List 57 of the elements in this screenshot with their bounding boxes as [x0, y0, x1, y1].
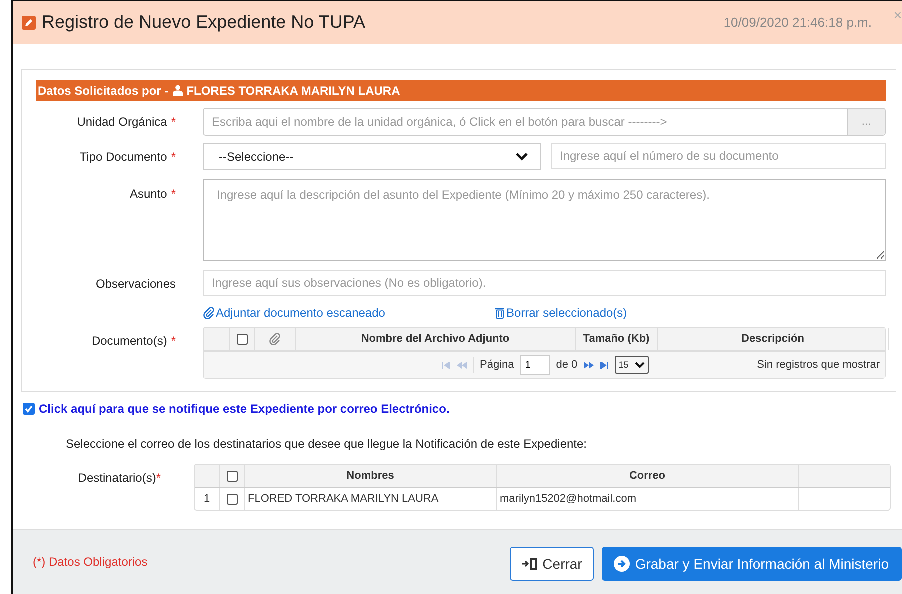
last-page-icon [600, 362, 609, 368]
required-mark: * [171, 334, 176, 350]
next-page-icon [584, 362, 594, 368]
person-name: FLORES TORRAKA MARILYN LAURA [186, 84, 400, 98]
paperclip-icon [269, 333, 281, 345]
section-title: Datos Solicitados por - [38, 84, 169, 98]
page-input[interactable]: 1 [520, 355, 550, 375]
page-label: Página [480, 359, 514, 371]
field-label: Destinatario(s) [78, 471, 156, 487]
checkbox[interactable] [226, 494, 238, 504]
column-header: Tamaño (Kb) [583, 333, 650, 345]
person-icon [172, 85, 183, 96]
column-header: Descripción [742, 333, 804, 345]
field-label: Observaciones [96, 277, 176, 293]
field-label: Documento(s) [92, 334, 168, 350]
page-count: de 0 [556, 359, 578, 371]
notify-label: Click aquí para que se notifique este Expediente por correo Electrónico. [39, 402, 450, 416]
select-field[interactable]: --Seleccione-- [203, 143, 541, 170]
required-mark: * [171, 115, 176, 131]
first-page-icon [442, 362, 451, 368]
trash-icon [495, 307, 506, 319]
text-area[interactable]: Ingrese aquí la descripción del asunto del Expediente (Mínimo 20 y máximo 250 caracteres). [203, 179, 886, 261]
instruction-text: Seleccione el correo de los destinatarios que desee que llegue la Notificación de este Expediente: [66, 437, 588, 451]
exit-icon [522, 557, 538, 571]
date-time: 10/09/2020 21:46:18 p.m. [724, 15, 872, 30]
required-mark: * [156, 471, 161, 487]
chevron-down-icon [634, 362, 645, 368]
table-cell: FLORED TORRAKA MARILYN LAURA [248, 493, 439, 505]
check-icon [24, 404, 34, 414]
column-header: Nombre del Archivo Adjunto [361, 333, 510, 345]
empty-message: Sin registros que mostrar [757, 359, 880, 371]
window-title: Registro de Nuevo Expediente No TUPA [42, 12, 366, 33]
row-number: 1 [204, 493, 210, 505]
chevron-down-icon [516, 152, 528, 160]
required-note: (*) Datos Obligatorios [33, 555, 148, 569]
field-label: Tipo Documento [80, 150, 168, 166]
table-cell: marilyn15202@hotmail.com [500, 493, 637, 505]
checkbox[interactable] [236, 334, 248, 344]
attach-link[interactable]: Adjuntar documento escaneado [203, 306, 386, 320]
checkbox[interactable] [23, 403, 35, 415]
checkbox[interactable] [226, 470, 238, 482]
field-label: Unidad Orgánica [77, 115, 168, 131]
column-header: Nombres [346, 470, 394, 482]
submit-button[interactable]: Grabar y Enviar Información al Ministerio [602, 547, 902, 581]
delete-link[interactable]: Borrar seleccionado(s) [495, 306, 628, 320]
pencil-icon [22, 16, 36, 30]
input-field[interactable]: Ingrese aquí sus observaciones (No es obligatorio). [203, 270, 886, 296]
page-size-select[interactable]: 15 [614, 356, 649, 374]
arrow-right-circle-icon [614, 556, 630, 572]
close-button[interactable]: Cerrar [510, 547, 594, 581]
previous-page-icon [457, 362, 467, 368]
field-label: Asunto [130, 187, 168, 203]
paperclip-icon [203, 307, 215, 319]
input-field[interactable]: Ingrese aquí el número de su documento [551, 143, 886, 169]
column-header: Correo [629, 470, 666, 482]
required-mark: * [171, 187, 176, 203]
required-mark: * [171, 150, 176, 166]
